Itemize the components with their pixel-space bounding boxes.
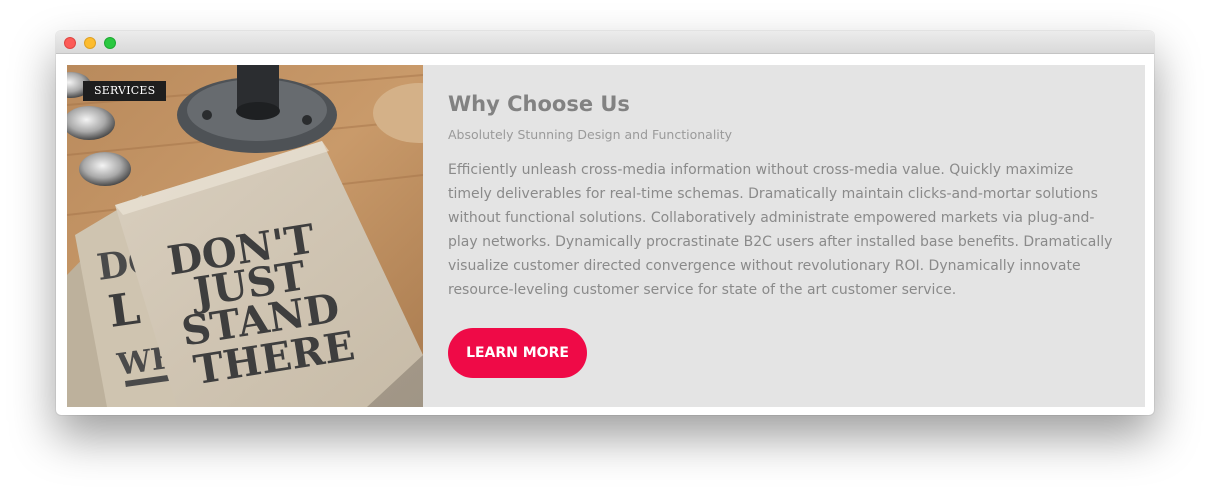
section-subtitle: Absolutely Stunning Design and Functiona… (448, 127, 733, 142)
browser-window: DO L WH DON'T JUST STAND THERE SERVICES (56, 31, 1154, 415)
section-title: Why Choose Us (448, 92, 630, 116)
services-card: DO L WH DON'T JUST STAND THERE SERVICES (67, 65, 1145, 407)
notebook-photo-icon: DO L WH DON'T JUST STAND THERE (67, 65, 423, 407)
maximize-window-button[interactable] (104, 37, 116, 49)
window-titlebar (56, 31, 1154, 54)
minimize-window-button[interactable] (84, 37, 96, 49)
card-content: Why Choose Us Absolutely Stunning Design… (448, 89, 1120, 302)
card-image: DO L WH DON'T JUST STAND THERE SERVICES (67, 65, 423, 407)
learn-more-button[interactable]: LEARN MORE (448, 328, 587, 378)
services-tag[interactable]: SERVICES (83, 81, 167, 101)
section-body: Efficiently unleash cross-media informat… (448, 162, 1113, 298)
close-window-button[interactable] (64, 37, 76, 49)
